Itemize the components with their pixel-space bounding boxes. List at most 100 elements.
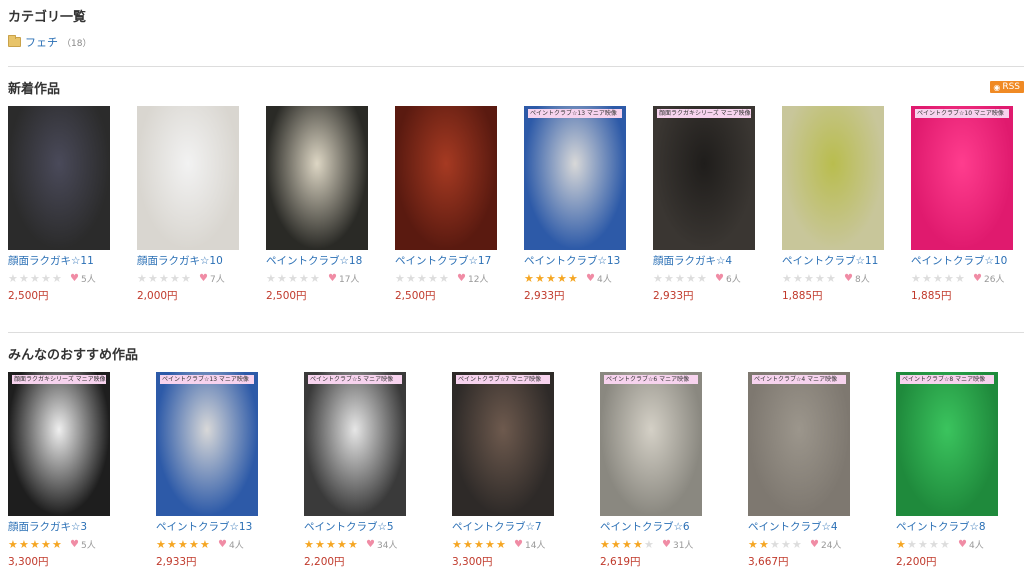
product-price: 2,500円 xyxy=(8,290,49,302)
star-icon: ★ xyxy=(326,537,336,551)
star-icon: ★ xyxy=(181,271,191,285)
product-thumbnail[interactable]: ペイントクラブ☆7 マニア映像 xyxy=(452,372,554,516)
product-title[interactable]: ペイントクラブ☆13 xyxy=(156,519,266,534)
product-thumbnail[interactable] xyxy=(395,106,497,250)
thumbnail-banner: 顔面ラクガキシリーズ マニア映像 xyxy=(657,109,751,118)
product-card[interactable]: ペイントクラブ☆6 マニア映像 ペイントクラブ☆6 ★ ★ ★ ★ ★ ♥ 31人 2,619円 xyxy=(600,372,710,569)
rating-stars: ★ ★ ★ ★ ★ xyxy=(911,273,967,284)
star-icon: ★ xyxy=(30,537,40,551)
star-icon: ★ xyxy=(417,271,427,285)
product-thumbnail[interactable]: ペイントクラブ☆10 マニア映像 xyxy=(911,106,1013,250)
star-icon: ★ xyxy=(299,271,309,285)
star-icon: ★ xyxy=(770,537,780,551)
product-title[interactable]: ペイントクラブ☆5 xyxy=(304,519,414,534)
product-title[interactable]: 顔面ラクガキ☆4 xyxy=(653,253,763,268)
star-icon: ★ xyxy=(189,537,199,551)
product-title[interactable]: ペイントクラブ☆18 xyxy=(266,253,376,268)
product-card[interactable]: ペイントクラブ☆13 マニア映像 ペイントクラブ☆13 ★ ★ ★ ★ ★ ♥ 4人 2,933円 xyxy=(156,372,266,569)
product-thumbnail[interactable]: ペイントクラブ☆13 マニア映像 xyxy=(156,372,258,516)
product-card[interactable]: 顔面ラクガキ☆10 ★ ★ ★ ★ ★ ♥ 7人 2,000円 xyxy=(137,106,247,303)
rss-icon: ◉ xyxy=(993,82,1001,92)
product-title[interactable]: 顔面ラクガキ☆11 xyxy=(8,253,118,268)
star-icon: ★ xyxy=(793,271,803,285)
star-icon: ★ xyxy=(277,271,287,285)
product-title[interactable]: 顔面ラクガキ☆10 xyxy=(137,253,247,268)
star-icon: ★ xyxy=(675,271,685,285)
star-icon: ★ xyxy=(52,271,62,285)
product-title[interactable]: ペイントクラブ☆11 xyxy=(782,253,892,268)
star-icon: ★ xyxy=(911,271,921,285)
product-title[interactable]: 顔面ラクガキ☆3 xyxy=(8,519,118,534)
product-card[interactable]: ペイントクラブ☆5 マニア映像 ペイントクラブ☆5 ★ ★ ★ ★ ★ ♥ 34人 2,200円 xyxy=(304,372,414,569)
thumbnail-banner: 顔面ラクガキシリーズ マニア映像 xyxy=(12,375,106,384)
product-price: 2,000円 xyxy=(137,290,178,302)
rss-button[interactable]: ◉ RSS xyxy=(990,81,1024,93)
product-card[interactable]: 顔面ラクガキシリーズ マニア映像 顔面ラクガキ☆3 ★ ★ ★ ★ ★ ♥ 5人 3,300円 xyxy=(8,372,118,569)
product-price: 1,885円 xyxy=(782,290,823,302)
star-icon: ★ xyxy=(940,537,950,551)
product-card[interactable]: ペイントクラブ☆4 マニア映像 ペイントクラブ☆4 ★ ★ ★ ★ ★ ♥ 24人 3,667円 xyxy=(748,372,858,569)
category-item-fetish[interactable]: フェチ （18） xyxy=(8,34,91,50)
product-meta: ★ ★ ★ ★ ★ ♥ 12人 xyxy=(395,271,505,285)
product-card[interactable]: ペイントクラブ☆13 マニア映像 ペイントクラブ☆13 ★ ★ ★ ★ ★ ♥ 4人 2,933円 xyxy=(524,106,634,303)
product-meta: ★ ★ ★ ★ ★ ♥ 24人 xyxy=(748,537,858,551)
star-icon: ★ xyxy=(557,271,567,285)
star-icon: ★ xyxy=(167,537,177,551)
product-thumbnail[interactable]: ペイントクラブ☆4 マニア映像 xyxy=(748,372,850,516)
product-card[interactable]: ペイントクラブ☆8 マニア映像 ペイントクラブ☆8 ★ ★ ★ ★ ★ ♥ 4人 2,200円 xyxy=(896,372,1006,569)
thumbnail-banner: ペイントクラブ☆4 マニア映像 xyxy=(752,375,846,384)
star-icon: ★ xyxy=(439,271,449,285)
product-card[interactable]: ペイントクラブ☆18 ★ ★ ★ ★ ★ ♥ 17人 2,500円 xyxy=(266,106,376,303)
product-thumbnail[interactable]: ペイントクラブ☆13 マニア映像 xyxy=(524,106,626,250)
heart-icon: ♥ xyxy=(844,272,853,284)
product-title[interactable]: ペイントクラブ☆4 xyxy=(748,519,858,534)
product-thumbnail[interactable] xyxy=(8,106,110,250)
star-icon: ★ xyxy=(30,271,40,285)
like-count: 26人 xyxy=(983,274,1005,285)
product-thumbnail[interactable] xyxy=(137,106,239,250)
product-price: 2,619円 xyxy=(600,556,641,568)
product-thumbnail[interactable]: 顔面ラクガキシリーズ マニア映像 xyxy=(8,372,110,516)
product-card[interactable]: ペイントクラブ☆10 マニア映像 ペイントクラブ☆10 ★ ★ ★ ★ ★ ♥ 26人 1,885… xyxy=(911,106,1021,303)
rating-stars: ★ ★ ★ ★ ★ xyxy=(600,539,656,550)
product-meta: ★ ★ ★ ★ ★ ♥ 4人 xyxy=(896,537,1006,551)
product-price: 3,667円 xyxy=(748,556,789,568)
product-thumbnail[interactable]: ペイントクラブ☆5 マニア映像 xyxy=(304,372,406,516)
product-title[interactable]: ペイントクラブ☆7 xyxy=(452,519,562,534)
star-icon: ★ xyxy=(600,537,610,551)
category-name[interactable]: フェチ xyxy=(25,34,58,50)
thumbnail-banner: ペイントクラブ☆13 マニア映像 xyxy=(160,375,254,384)
star-icon: ★ xyxy=(170,271,180,285)
star-icon: ★ xyxy=(748,537,758,551)
rating-stars: ★ ★ ★ ★ ★ xyxy=(782,273,838,284)
product-thumbnail[interactable]: 顔面ラクガキシリーズ マニア映像 xyxy=(653,106,755,250)
product-thumbnail[interactable] xyxy=(782,106,884,250)
star-icon: ★ xyxy=(896,537,906,551)
product-price: 3,300円 xyxy=(8,556,49,568)
product-title[interactable]: ペイントクラブ☆10 xyxy=(911,253,1021,268)
product-title[interactable]: ペイントクラブ☆8 xyxy=(896,519,1006,534)
thumbnail-banner: ペイントクラブ☆7 マニア映像 xyxy=(456,375,550,384)
product-thumbnail[interactable]: ペイントクラブ☆6 マニア映像 xyxy=(600,372,702,516)
like-count: 24人 xyxy=(820,540,842,551)
product-card[interactable]: ペイントクラブ☆11 ★ ★ ★ ★ ★ ♥ 8人 1,885円 xyxy=(782,106,892,303)
like-count: 8人 xyxy=(854,274,870,285)
product-card[interactable]: 顔面ラクガキシリーズ マニア映像 顔面ラクガキ☆4 ★ ★ ★ ★ ★ ♥ 6人 2,933円 xyxy=(653,106,763,303)
heart-icon: ♥ xyxy=(218,538,227,550)
product-card[interactable]: ペイントクラブ☆7 マニア映像 ペイントクラブ☆7 ★ ★ ★ ★ ★ ♥ 14人 3,300円 xyxy=(452,372,562,569)
product-title[interactable]: ペイントクラブ☆6 xyxy=(600,519,710,534)
product-card[interactable]: ペイントクラブ☆17 ★ ★ ★ ★ ★ ♥ 12人 2,500円 xyxy=(395,106,505,303)
category-list-title: カテゴリ一覧 xyxy=(8,10,87,25)
heart-icon: ♥ xyxy=(457,272,466,284)
product-title[interactable]: ペイントクラブ☆13 xyxy=(524,253,634,268)
product-thumbnail[interactable]: ペイントクラブ☆8 マニア映像 xyxy=(896,372,998,516)
heart-icon: ♥ xyxy=(70,538,79,550)
star-icon: ★ xyxy=(395,271,405,285)
like-count: 5人 xyxy=(80,274,96,285)
star-icon: ★ xyxy=(496,537,506,551)
product-title[interactable]: ペイントクラブ☆17 xyxy=(395,253,505,268)
section-divider xyxy=(8,332,1024,333)
product-card[interactable]: 顔面ラクガキ☆11 ★ ★ ★ ★ ★ ♥ 5人 2,500円 xyxy=(8,106,118,303)
rating-stars: ★ ★ ★ ★ ★ xyxy=(8,539,64,550)
product-thumbnail[interactable] xyxy=(266,106,368,250)
